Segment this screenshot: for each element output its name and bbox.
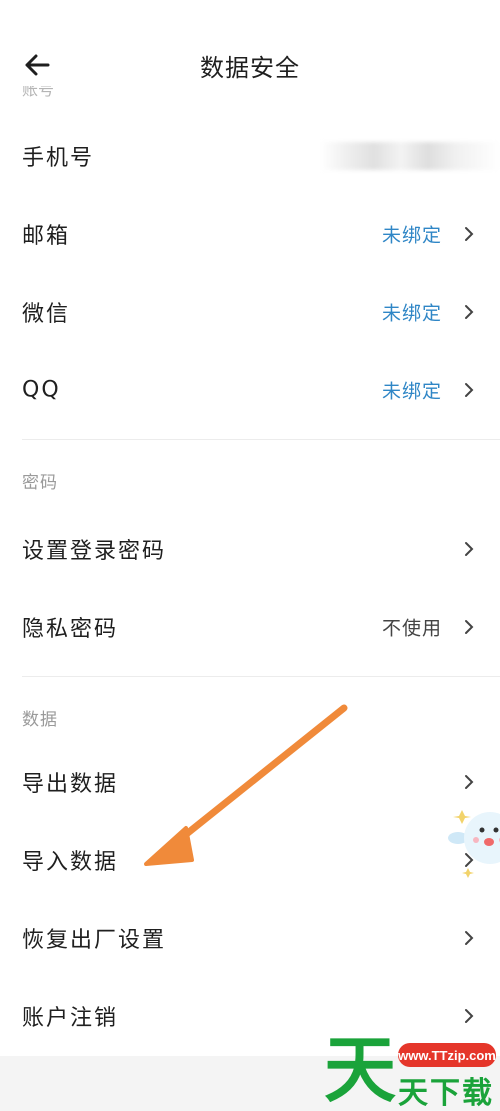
row-label: 微信 (22, 302, 71, 327)
status-unbound: 未绑定 (381, 302, 442, 325)
annotation-arrow-icon (144, 704, 348, 866)
section-title-account: 账号 (22, 86, 55, 99)
chevron-right-icon (465, 931, 474, 945)
row-qq[interactable]: QQ 未绑定 (0, 351, 500, 429)
section-title-password: 密码 (22, 473, 58, 493)
row-email[interactable]: 邮箱 未绑定 (0, 195, 500, 273)
watermark-logo: 天 (324, 1028, 397, 1111)
row-privacy-password[interactable]: 隐私密码 不使用 (0, 588, 500, 666)
chevron-right-icon (465, 227, 474, 241)
chevron-right-icon (465, 775, 474, 789)
row-wechat[interactable]: 微信 未绑定 (0, 273, 500, 351)
header: 数据安全 账号 (0, 0, 500, 110)
watermark-url: www.TTzip.com (398, 1043, 496, 1067)
chevron-right-icon (465, 1009, 474, 1023)
chevron-right-icon (465, 620, 474, 634)
row-label: 导入数据 (22, 850, 119, 875)
section-title-data: 数据 (22, 710, 58, 730)
row-label: QQ (22, 377, 61, 403)
floating-assistant-icon[interactable] (446, 790, 500, 880)
row-set-login-password[interactable]: 设置登录密码 (0, 510, 500, 588)
row-label: 导出数据 (22, 772, 119, 797)
chevron-right-icon (465, 542, 474, 556)
row-label: 恢复出厂设置 (22, 928, 167, 953)
divider (22, 676, 500, 677)
chevron-right-icon (465, 383, 474, 397)
row-label: 手机号 (22, 146, 95, 171)
row-factory-reset[interactable]: 恢复出厂设置 (0, 899, 500, 977)
status-unbound: 未绑定 (381, 380, 442, 403)
row-label: 账户注销 (22, 1006, 119, 1031)
row-label: 设置登录密码 (22, 539, 167, 564)
divider (22, 439, 500, 440)
phone-number-blurred (320, 142, 500, 170)
row-label: 邮箱 (22, 224, 71, 249)
page-title: 数据安全 (200, 54, 300, 82)
status-unbound: 未绑定 (381, 224, 442, 247)
row-label: 隐私密码 (22, 617, 119, 642)
status-not-used: 不使用 (381, 617, 442, 640)
watermark-text: 天下载 (398, 1076, 494, 1111)
chevron-right-icon (465, 305, 474, 319)
